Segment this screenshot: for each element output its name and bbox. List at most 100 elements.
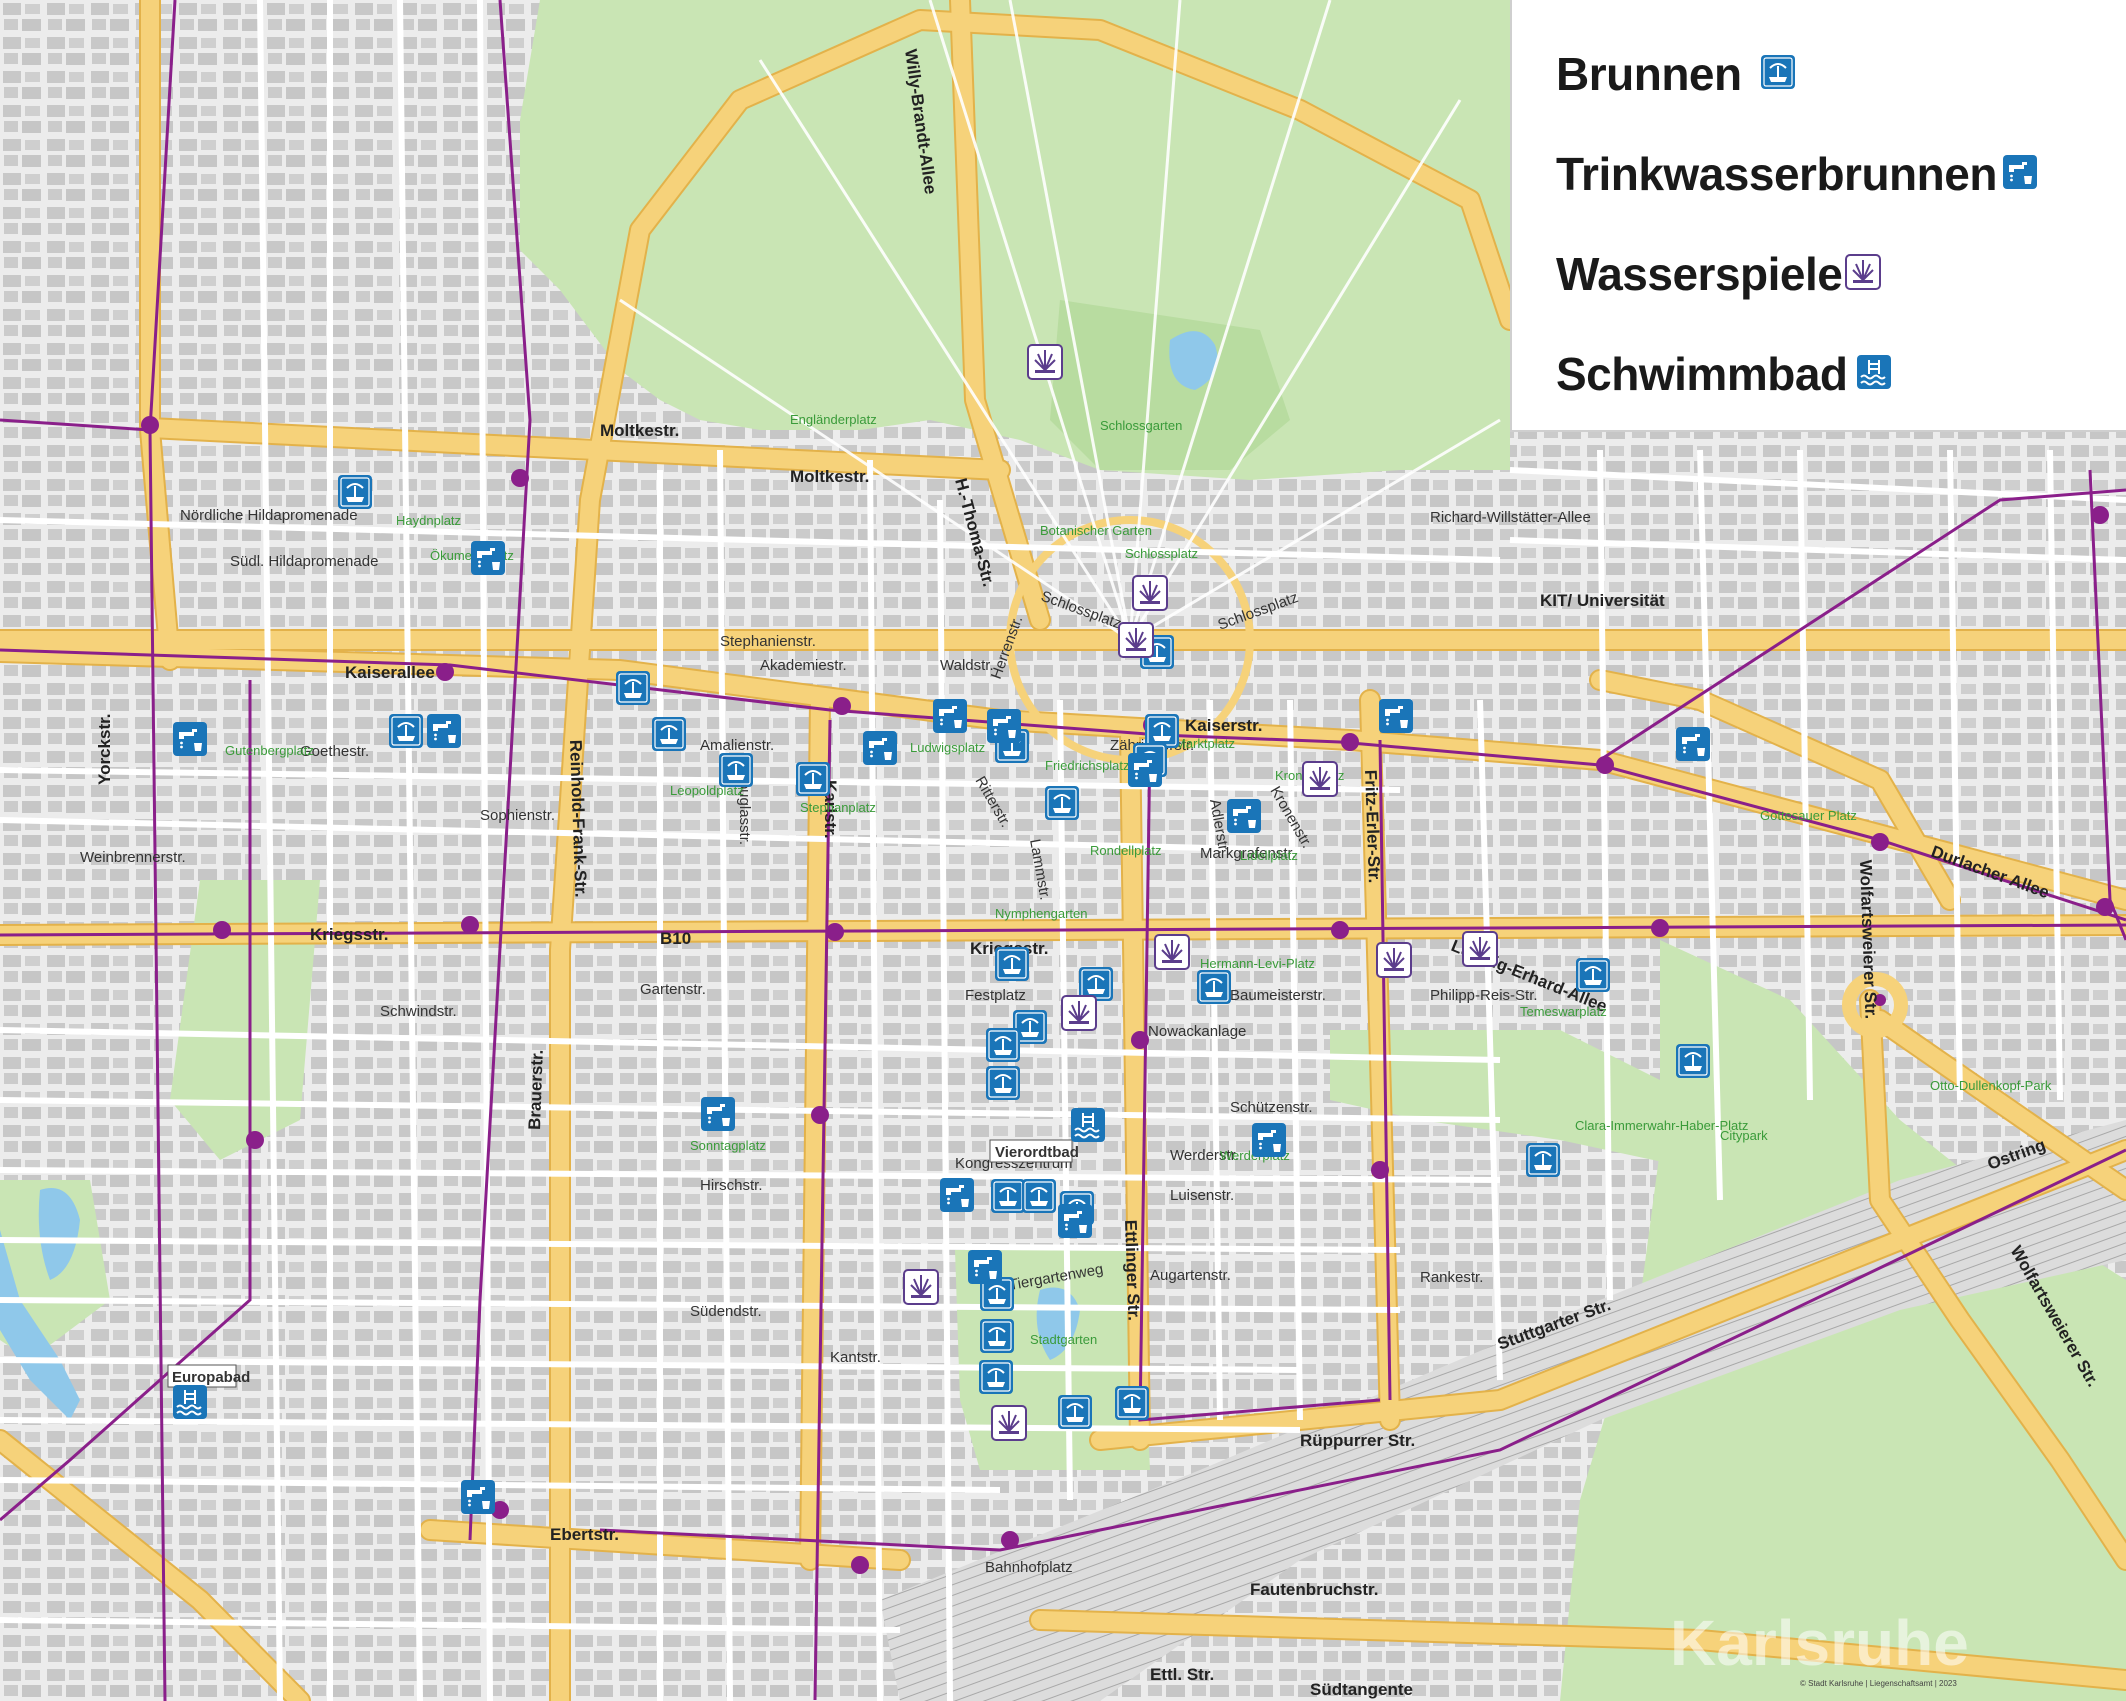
street-label: Gottesauer Platz — [1760, 808, 1857, 823]
vierordtbad-label: Vierordtbad — [995, 1144, 1079, 1161]
fountain-icon[interactable] — [1675, 1043, 1711, 1079]
place-label: Sonntagplatz — [690, 1138, 766, 1153]
fountain-icon[interactable] — [718, 752, 754, 788]
street-label: Fautenbruchstr. — [1250, 1580, 1378, 1599]
fountain-icon[interactable] — [985, 1065, 1021, 1101]
water-play-icon[interactable] — [1132, 575, 1168, 611]
drinking-fountain-icon[interactable] — [940, 1178, 974, 1212]
street-label: Gartenstr. — [640, 981, 706, 998]
swimming-pool-icon[interactable] — [172, 1384, 208, 1420]
fountain-icon[interactable] — [1196, 969, 1232, 1005]
fountain-icon[interactable] — [978, 1359, 1014, 1395]
street-label: Nördliche Hildapromenade — [180, 507, 358, 524]
drinking-fountain-icon[interactable] — [427, 714, 461, 748]
street-label: Kaiserallee — [345, 663, 435, 682]
place-label: Nymphengarten — [995, 906, 1088, 921]
street-label: Südl. Hildapromenade — [230, 553, 378, 570]
fountain-icon[interactable] — [337, 474, 373, 510]
fountain-icon[interactable] — [1525, 1142, 1561, 1178]
water-play-icon[interactable] — [903, 1269, 939, 1305]
street-label: Ebertstr. — [550, 1525, 619, 1544]
place-label: KIT/ Universität — [1540, 591, 1665, 610]
fountain-icon[interactable] — [651, 716, 687, 752]
fountain-icon[interactable] — [795, 761, 831, 797]
water-play-icon[interactable] — [1376, 942, 1412, 978]
place-label: Marktplatz — [1175, 736, 1235, 751]
street-label: Amalienstr. — [700, 737, 774, 754]
place-label: Friedrichsplatz — [1045, 758, 1130, 773]
water-play-icon[interactable] — [1154, 934, 1190, 970]
drinking-fountain-icon[interactable] — [987, 709, 1021, 743]
drinking-fountain-icon[interactable] — [863, 731, 897, 765]
drinking-fountain-icon — [2003, 155, 2037, 189]
fountain-icon[interactable] — [615, 670, 651, 706]
street-label: Richard-Willstätter-Allee — [1430, 509, 1591, 526]
drinking-fountain-icon[interactable] — [968, 1250, 1002, 1284]
street-label: Kaiserstr. — [1185, 716, 1263, 735]
place-label: Gutenbergplatz — [225, 743, 314, 758]
legend-label: Wasserspiele — [1556, 248, 1843, 300]
street-label: Fritz-Erler-Str. — [1361, 769, 1384, 883]
legend-label: Brunnen — [1556, 48, 1742, 100]
fountain-icon[interactable] — [990, 1178, 1026, 1214]
water-play-icon[interactable] — [1027, 344, 1063, 380]
fountain-icon[interactable] — [979, 1318, 1015, 1354]
place-label: Schlossgarten — [1100, 418, 1182, 433]
place-label: Botanischer Garten — [1040, 523, 1152, 538]
fountain-icon — [1760, 54, 1796, 90]
legend-item-schwimmbad: Schwimmbad — [1556, 344, 1848, 404]
water-play-icon[interactable] — [1118, 622, 1154, 658]
legend-item-brunnen: Brunnen — [1556, 44, 1742, 104]
street-label: Ettl. Str. — [1150, 1665, 1214, 1684]
street-label: Yorckstr. — [95, 713, 114, 785]
place-label: Nowackanlage — [1148, 1023, 1246, 1040]
place-label: Ludwigsplatz — [910, 740, 985, 755]
street-label: Sophienstr. — [480, 807, 555, 824]
drinking-fountain-icon[interactable] — [1252, 1123, 1286, 1157]
water-play-icon — [1845, 254, 1881, 290]
drinking-fountain-icon[interactable] — [1128, 753, 1162, 787]
street-label: B10 — [660, 929, 691, 948]
fountain-icon[interactable] — [985, 1027, 1021, 1063]
fountain-icon[interactable] — [1044, 785, 1080, 821]
street-label: Moltkestr. — [600, 421, 679, 440]
place-label: Philipp-Reis-Str. — [1430, 987, 1538, 1004]
place-label: Hermann-Levi-Platz — [1200, 956, 1315, 971]
legend: Brunnen Trinkwasserbrunnen Wasserspiele … — [1510, 0, 2126, 432]
street-label: Akademiestr. — [760, 657, 847, 674]
street-label: Augartenstr. — [1150, 1267, 1231, 1284]
fountain-icon[interactable] — [1144, 713, 1180, 749]
europabad-label: Europabad — [172, 1369, 250, 1386]
legend-item-wasserspiele: Wasserspiele — [1556, 244, 1843, 304]
place-label: Rondellplatz — [1090, 843, 1162, 858]
drinking-fountain-icon[interactable] — [461, 1480, 495, 1514]
drinking-fountain-icon[interactable] — [471, 541, 505, 575]
fountain-icon[interactable] — [1057, 1394, 1093, 1430]
street-label: Waldstr. — [940, 657, 994, 674]
drinking-fountain-icon[interactable] — [173, 722, 207, 756]
drinking-fountain-icon[interactable] — [1058, 1204, 1092, 1238]
place-label: Haydnplatz — [396, 513, 461, 528]
legend-label: Trinkwasserbrunnen — [1556, 148, 1997, 200]
drinking-fountain-icon[interactable] — [701, 1097, 735, 1131]
drinking-fountain-icon[interactable] — [1676, 727, 1710, 761]
fountain-icon[interactable] — [1114, 1385, 1150, 1421]
swimming-pool-icon[interactable] — [1070, 1107, 1106, 1143]
street-label: Südtangente — [1310, 1680, 1413, 1699]
street-label: Luisenstr. — [1170, 1187, 1234, 1204]
water-play-icon[interactable] — [991, 1405, 1027, 1441]
water-play-icon[interactable] — [1061, 995, 1097, 1031]
drinking-fountain-icon[interactable] — [1227, 799, 1261, 833]
fountain-icon[interactable] — [1021, 1178, 1057, 1214]
legend-item-trinkwasserbrunnen: Trinkwasserbrunnen — [1556, 144, 1997, 204]
fountain-icon[interactable] — [1575, 957, 1611, 993]
water-play-icon[interactable] — [1302, 761, 1338, 797]
place-label: Temeswarplatz — [1520, 1004, 1607, 1019]
drinking-fountain-icon[interactable] — [933, 699, 967, 733]
street-label: Bahnhofplatz — [985, 1559, 1073, 1576]
fountain-icon[interactable] — [994, 946, 1030, 982]
drinking-fountain-icon[interactable] — [1379, 699, 1413, 733]
fountain-icon[interactable] — [388, 713, 424, 749]
water-play-icon[interactable] — [1462, 931, 1498, 967]
street-label: Kriegsstr. — [310, 925, 388, 944]
